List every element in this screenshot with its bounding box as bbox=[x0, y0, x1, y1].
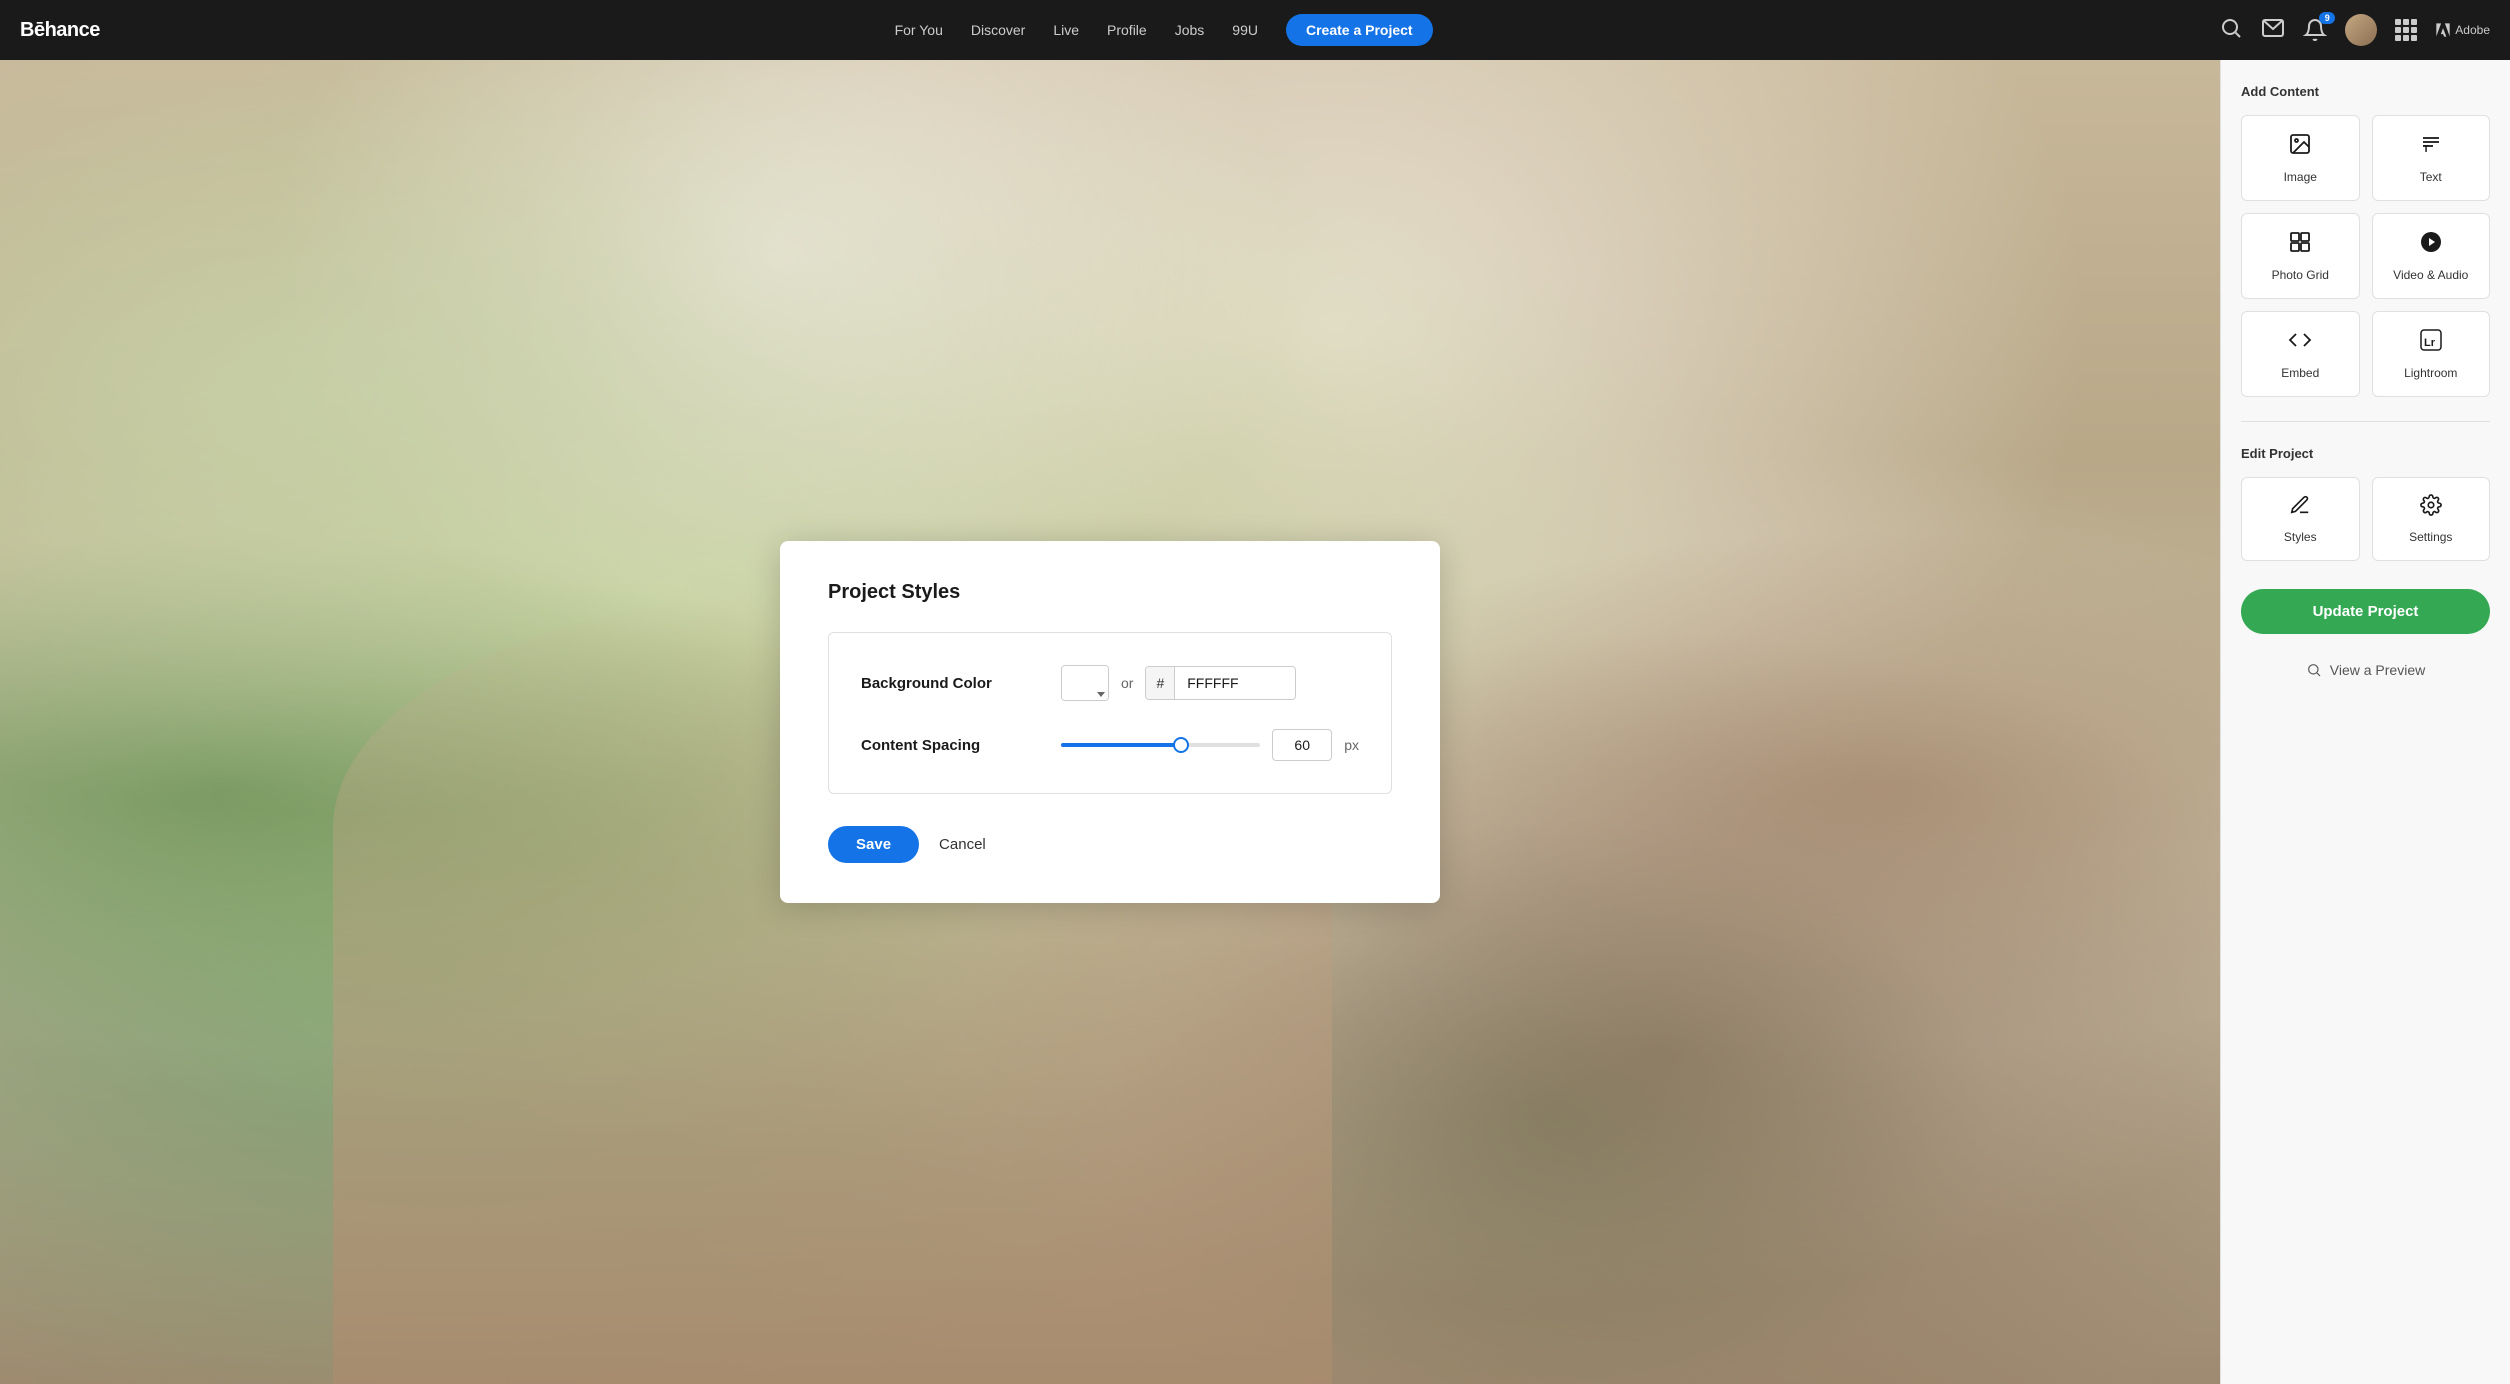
modal-body: Background Color or # bbox=[828, 632, 1392, 794]
lightroom-icon: Lr bbox=[2419, 328, 2443, 358]
spacing-value-input[interactable] bbox=[1272, 729, 1332, 761]
lightroom-label: Lightroom bbox=[2404, 366, 2457, 380]
content-spacing-label: Content Spacing bbox=[861, 737, 1061, 754]
settings-icon bbox=[2420, 494, 2442, 522]
embed-icon bbox=[2288, 328, 2312, 358]
styles-icon bbox=[2289, 494, 2311, 522]
slider-track-wrapper bbox=[1061, 735, 1260, 755]
settings-label: Settings bbox=[2409, 530, 2452, 544]
styles-label: Styles bbox=[2284, 530, 2317, 544]
nav-discover[interactable]: Discover bbox=[971, 22, 1025, 38]
project-styles-modal: Project Styles Background Color or bbox=[780, 541, 1440, 903]
photo-grid-label: Photo Grid bbox=[2272, 268, 2329, 282]
nav-links: For You Discover Live Profile Jobs 99U C… bbox=[140, 14, 2187, 46]
view-preview-label: View a Preview bbox=[2330, 662, 2425, 678]
sidebar-item-text[interactable]: T Text bbox=[2372, 115, 2491, 201]
sidebar-item-styles[interactable]: Styles bbox=[2241, 477, 2360, 561]
color-swatch[interactable] bbox=[1061, 665, 1109, 701]
sidebar-item-settings[interactable]: Settings bbox=[2372, 477, 2491, 561]
apps-grid-icon[interactable] bbox=[2395, 19, 2417, 41]
px-label: px bbox=[1344, 737, 1359, 753]
or-text: or bbox=[1121, 675, 1133, 691]
video-audio-label: Video & Audio bbox=[2393, 268, 2468, 282]
edit-project-section: Edit Project Styles Settings bbox=[2241, 446, 2490, 561]
mail-icon[interactable] bbox=[2261, 16, 2285, 45]
right-sidebar: Add Content Image T Text bbox=[2220, 60, 2510, 1384]
notification-bell[interactable]: 9 bbox=[2303, 18, 2327, 42]
nav-live[interactable]: Live bbox=[1053, 22, 1079, 38]
add-content-grid: Image T Text Photo Grid bbox=[2241, 115, 2490, 397]
background-color-row: Background Color or # bbox=[861, 665, 1359, 701]
svg-text:T: T bbox=[2423, 144, 2429, 155]
update-project-button[interactable]: Update Project bbox=[2241, 589, 2490, 634]
nav-jobs[interactable]: Jobs bbox=[1175, 22, 1205, 38]
search-icon[interactable] bbox=[2219, 16, 2243, 45]
slider-track bbox=[1061, 743, 1260, 747]
sidebar-item-video-audio[interactable]: Video & Audio bbox=[2372, 213, 2491, 299]
modal-actions: Save Cancel bbox=[828, 826, 1392, 863]
add-content-section: Add Content Image T Text bbox=[2241, 84, 2490, 397]
nav-99u[interactable]: 99U bbox=[1232, 22, 1258, 38]
svg-text:Lr: Lr bbox=[2424, 337, 2436, 349]
content-spacing-row: Content Spacing px bbox=[861, 729, 1359, 761]
image-icon bbox=[2288, 132, 2312, 162]
notification-count: 9 bbox=[2319, 12, 2335, 24]
nav-for-you[interactable]: For You bbox=[895, 22, 943, 38]
sidebar-item-photo-grid[interactable]: Photo Grid bbox=[2241, 213, 2360, 299]
edit-project-title: Edit Project bbox=[2241, 446, 2490, 461]
swatch-arrow-icon bbox=[1097, 692, 1105, 697]
slider-thumb[interactable] bbox=[1173, 737, 1189, 753]
content-spacing-controls: px bbox=[1061, 729, 1359, 761]
cancel-button[interactable]: Cancel bbox=[939, 836, 986, 853]
image-label: Image bbox=[2284, 170, 2317, 184]
hash-input-group: # bbox=[1145, 666, 1296, 700]
background-color-controls: or # bbox=[1061, 665, 1359, 701]
sidebar-item-embed[interactable]: Embed bbox=[2241, 311, 2360, 397]
slider-container: px bbox=[1061, 729, 1359, 761]
edit-project-grid: Styles Settings bbox=[2241, 477, 2490, 561]
adobe-label: Adobe bbox=[2435, 22, 2490, 38]
main-layout: Project Styles Background Color or bbox=[0, 60, 2510, 1384]
navbar-right: 9 Adobe bbox=[2219, 14, 2490, 46]
color-hex-input[interactable] bbox=[1175, 667, 1295, 699]
navbar: Bēhance For You Discover Live Profile Jo… bbox=[0, 0, 2510, 60]
background-color-label: Background Color bbox=[861, 675, 1061, 692]
add-content-title: Add Content bbox=[2241, 84, 2490, 99]
create-project-button[interactable]: Create a Project bbox=[1286, 14, 1433, 46]
save-button[interactable]: Save bbox=[828, 826, 919, 863]
sidebar-item-image[interactable]: Image bbox=[2241, 115, 2360, 201]
avatar[interactable] bbox=[2345, 14, 2377, 46]
text-icon: T bbox=[2419, 132, 2443, 162]
photo-grid-icon bbox=[2288, 230, 2312, 260]
search-small-icon bbox=[2306, 662, 2322, 678]
logo[interactable]: Bēhance bbox=[20, 19, 100, 42]
nav-profile[interactable]: Profile bbox=[1107, 22, 1147, 38]
embed-label: Embed bbox=[2281, 366, 2319, 380]
modal-overlay: Project Styles Background Color or bbox=[0, 60, 2220, 1384]
view-preview-link[interactable]: View a Preview bbox=[2241, 662, 2490, 678]
text-label: Text bbox=[2420, 170, 2442, 184]
video-audio-icon bbox=[2419, 230, 2443, 260]
hash-symbol: # bbox=[1146, 667, 1175, 699]
slider-fill bbox=[1061, 743, 1181, 747]
sidebar-divider bbox=[2241, 421, 2490, 422]
modal-title: Project Styles bbox=[828, 581, 1392, 604]
content-area: Project Styles Background Color or bbox=[0, 60, 2220, 1384]
sidebar-item-lightroom[interactable]: Lr Lightroom bbox=[2372, 311, 2491, 397]
